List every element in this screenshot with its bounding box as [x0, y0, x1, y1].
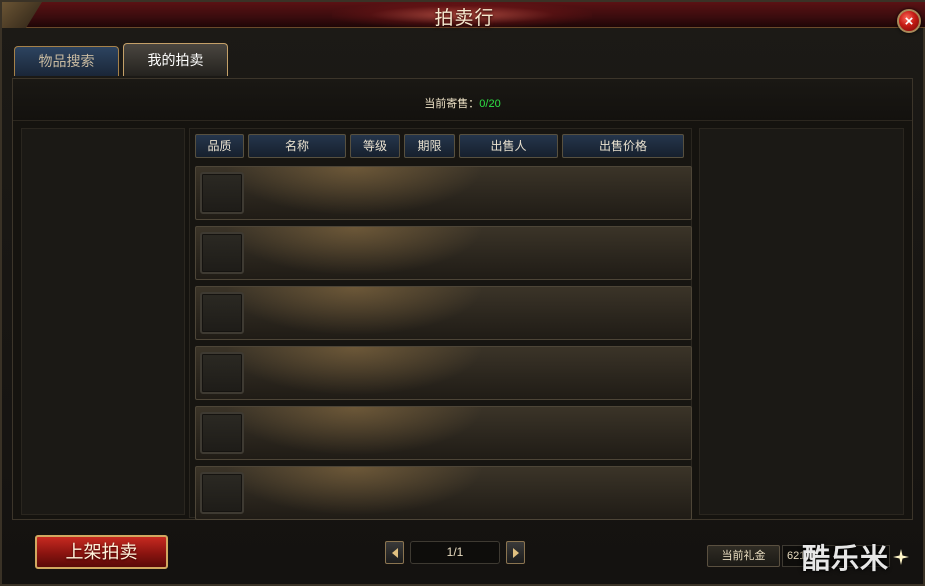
next-page-button[interactable] [506, 541, 525, 564]
column-header-level[interactable]: 等级 [350, 134, 400, 158]
next-page-icon [512, 547, 519, 558]
left-panel [21, 128, 185, 515]
watermark-logo: 酷乐米 [802, 542, 890, 575]
tab-my-auctions[interactable]: 我的拍卖 [123, 43, 228, 76]
consignment-count: 0/20 [479, 98, 501, 110]
auction-table: 品质 名称 等级 期限 出售人 出售价格 [189, 128, 692, 520]
tab-item-search[interactable]: 物品搜索 [14, 46, 119, 76]
table-row[interactable] [195, 406, 692, 460]
item-slot[interactable] [200, 232, 244, 274]
item-slot[interactable] [200, 352, 244, 394]
auction-window: 拍卖行 × 物品搜索 我的拍卖 当前寄售：0/20 品质 名称 等级 期限 出售… [0, 0, 925, 586]
column-header-duration[interactable]: 期限 [404, 134, 455, 158]
close-icon: × [904, 12, 914, 30]
table-row[interactable] [195, 346, 692, 400]
list-item-button[interactable]: 上架拍卖 [35, 535, 168, 569]
sparkle-icon [893, 549, 909, 565]
column-header-seller[interactable]: 出售人 [459, 134, 558, 158]
item-slot[interactable] [200, 292, 244, 334]
consignment-label: 当前寄售： [424, 98, 480, 110]
gift-gold-label: 当前礼金 [707, 545, 780, 567]
pagination: 1/1 [385, 541, 525, 564]
table-rows [195, 166, 693, 526]
close-button[interactable]: × [897, 9, 921, 33]
prev-page-button[interactable] [385, 541, 404, 564]
item-slot[interactable] [200, 412, 244, 454]
main-content: 当前寄售：0/20 品质 名称 等级 期限 出售人 出售价格 [12, 78, 913, 520]
table-row[interactable] [195, 286, 692, 340]
consignment-status: 当前寄售：0/20 [13, 95, 912, 111]
table-row[interactable] [195, 226, 692, 280]
right-panel [699, 128, 904, 515]
table-row[interactable] [195, 166, 692, 220]
title-bar: 拍卖行 [2, 2, 925, 29]
prev-page-icon [391, 547, 398, 558]
table-row[interactable] [195, 466, 692, 520]
item-slot[interactable] [200, 172, 244, 214]
table-header: 品质 名称 等级 期限 出售人 出售价格 [195, 134, 688, 158]
consignment-info-bar: 当前寄售：0/20 [13, 79, 912, 121]
tab-bar: 物品搜索 我的拍卖 [14, 43, 228, 78]
column-header-price[interactable]: 出售价格 [562, 134, 684, 158]
column-header-quality[interactable]: 品质 [195, 134, 244, 158]
column-header-name[interactable]: 名称 [248, 134, 346, 158]
page-indicator: 1/1 [410, 541, 500, 564]
window-title: 拍卖行 [434, 7, 495, 29]
item-slot[interactable] [200, 472, 244, 514]
